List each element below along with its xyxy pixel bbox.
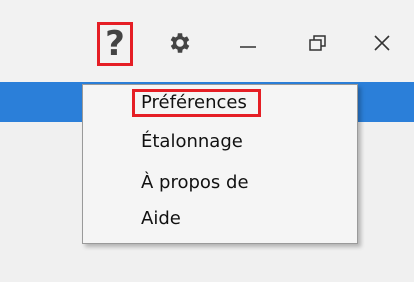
- help-button[interactable]: ?: [97, 22, 133, 66]
- minimize-icon: [240, 46, 256, 48]
- menu-item-calibration[interactable]: Étalonnage: [141, 131, 243, 153]
- menu-item-about[interactable]: À propos de: [141, 172, 249, 194]
- minimize-button[interactable]: [228, 22, 268, 64]
- restore-button[interactable]: [298, 22, 338, 64]
- settings-button[interactable]: [160, 22, 200, 64]
- gear-icon: [170, 33, 190, 53]
- menu-item-preferences[interactable]: Préférences: [141, 92, 247, 114]
- close-button[interactable]: [362, 22, 402, 64]
- close-icon: [374, 35, 390, 51]
- title-bar: ?: [0, 0, 414, 82]
- restore-icon: [309, 35, 326, 51]
- help-dropdown-menu: Préférences Étalonnage À propos de Aide: [82, 84, 358, 244]
- menu-item-help[interactable]: Aide: [141, 208, 181, 230]
- help-icon: ?: [105, 24, 125, 64]
